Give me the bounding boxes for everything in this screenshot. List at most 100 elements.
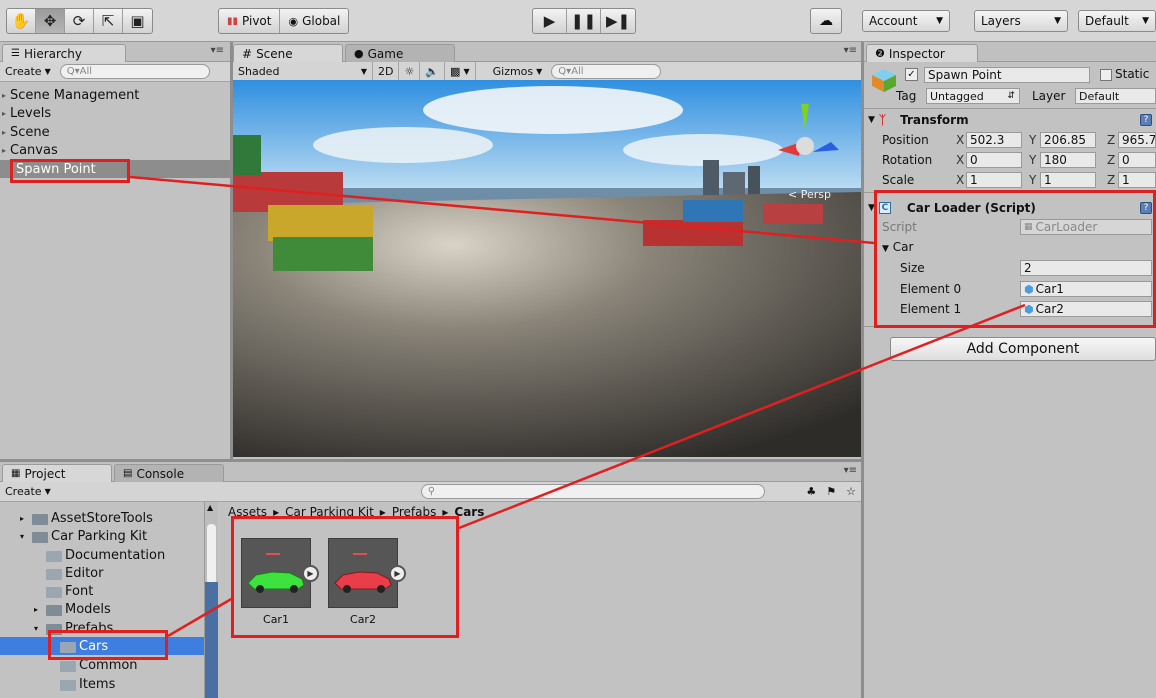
position-z-field[interactable]: 965.7 xyxy=(1118,132,1156,148)
account-dropdown[interactable]: Account ▼ xyxy=(862,10,950,32)
hierarchy-item-scene-management[interactable]: ▸ Scene Management xyxy=(0,86,230,104)
panel-menu-icon[interactable]: ▾≡ xyxy=(844,45,857,56)
position-y-field[interactable]: 206.85 xyxy=(1040,132,1096,148)
static-checkbox[interactable] xyxy=(1100,69,1112,81)
panel-menu-icon[interactable]: ▾≡ xyxy=(844,465,857,476)
tree-item-assetstoretools[interactable]: ▸ AssetStoreTools xyxy=(20,509,153,527)
tree-item-editor[interactable]: Editor xyxy=(46,564,103,582)
move-tool-icon[interactable]: ✥ xyxy=(36,9,65,33)
folder-icon xyxy=(60,660,76,672)
layer-dropdown[interactable]: Default xyxy=(1075,88,1156,104)
transform-header[interactable]: ▼ ᛉ Transform xyxy=(868,110,969,130)
tag-dropdown[interactable]: Untagged ⇵ xyxy=(926,88,1020,104)
scale-x-field[interactable]: 1 xyxy=(966,172,1022,188)
folder-icon xyxy=(60,641,76,653)
pause-button-icon[interactable]: ❚❚ xyxy=(567,9,601,33)
rotation-x-field[interactable]: 0 xyxy=(966,152,1022,168)
tab-scene[interactable]: # Scene xyxy=(233,44,343,62)
tree-item-models[interactable]: ▸ Models xyxy=(34,600,111,618)
rotation-y-field[interactable]: 180 xyxy=(1040,152,1096,168)
asset-thumbnail-car1[interactable]: ▶ xyxy=(241,538,319,608)
lighting-toggle[interactable]: ☼ xyxy=(399,61,421,82)
hierarchy-item-canvas[interactable]: ▸ Canvas xyxy=(0,141,230,159)
breadcrumb-cars[interactable]: Cars xyxy=(454,505,484,519)
global-button[interactable]: ◉ Global xyxy=(280,9,348,33)
hierarchy-item-scene[interactable]: ▸ Scene xyxy=(0,123,230,141)
project-create-button[interactable]: Create ▼ xyxy=(0,485,56,498)
active-checkbox[interactable]: ✓ xyxy=(905,68,918,81)
hierarchy-item-spawn-point[interactable]: Spawn Point xyxy=(0,160,230,178)
car-loader-header[interactable]: ▼ C Car Loader (Script) xyxy=(868,198,1036,218)
folder-icon xyxy=(46,568,62,580)
scene-viewport[interactable]: < Persp xyxy=(233,80,861,457)
step-button-icon[interactable]: ▶❚ xyxy=(601,9,635,33)
shading-mode-dropdown[interactable]: Shaded ▼ xyxy=(233,61,373,82)
gizmos-dropdown[interactable]: Gizmos ▼ xyxy=(488,65,548,78)
scale-tool-icon[interactable]: ⇱ xyxy=(94,9,123,33)
breadcrumb-car-parking-kit[interactable]: Car Parking Kit xyxy=(285,505,374,519)
dropdown-arrow-icon: ▼ xyxy=(44,67,51,76)
scale-z-field[interactable]: 1 xyxy=(1118,172,1156,188)
tab-console[interactable]: ▤ Console xyxy=(114,464,224,482)
car-array-label[interactable]: ▼ Car xyxy=(882,240,913,254)
scale-y-field[interactable]: 1 xyxy=(1040,172,1096,188)
play-button-icon[interactable]: ▶ xyxy=(533,9,567,33)
tab-inspector[interactable]: ❷ Inspector xyxy=(866,44,978,62)
cloud-button[interactable]: ☁ xyxy=(810,8,842,34)
tree-scrollbar[interactable]: ▲ xyxy=(204,502,218,698)
asset-thumbnail-car2[interactable]: ▶ xyxy=(328,538,406,608)
dropdown-arrow-icon: ▼ xyxy=(1142,16,1149,26)
rect-tool-icon[interactable]: ▣ xyxy=(123,9,152,33)
breadcrumb-prefabs[interactable]: Prefabs xyxy=(392,505,437,519)
play-preview-icon[interactable]: ▶ xyxy=(389,565,406,582)
element-0-field[interactable]: ⬢ Car1 xyxy=(1020,281,1152,297)
breadcrumb-assets[interactable]: Assets xyxy=(228,505,267,519)
tab-hierarchy[interactable]: ☰ Hierarchy xyxy=(2,44,126,62)
add-component-button[interactable]: Add Component xyxy=(890,337,1156,361)
tree-item-prefabs[interactable]: ▾ Prefabs xyxy=(34,619,113,637)
pivot-button[interactable]: ▮▮ Pivot xyxy=(219,9,281,33)
hierarchy-item-levels[interactable]: ▸ Levels xyxy=(0,104,230,122)
tab-project[interactable]: ▦ Project xyxy=(2,464,112,482)
container-green xyxy=(273,237,373,271)
project-search-input[interactable]: ⚲ xyxy=(420,484,766,499)
effects-dropdown[interactable]: ▩ ▼ xyxy=(445,61,476,82)
tree-item-car-parking-kit[interactable]: ▾ Car Parking Kit xyxy=(20,527,147,545)
audio-toggle[interactable]: 🔈 xyxy=(420,61,446,82)
tree-item-common[interactable]: Common xyxy=(60,656,138,674)
toggle-2d-button[interactable]: 2D xyxy=(373,61,400,82)
persp-label[interactable]: < Persp xyxy=(788,188,831,201)
project-tabbar: ▦ Project ▤ Console ▾≡ xyxy=(0,462,861,482)
position-x-field[interactable]: 502.3 xyxy=(966,132,1022,148)
hand-tool-icon[interactable]: ✋ xyxy=(7,9,36,33)
array-size-field[interactable]: 2 xyxy=(1020,260,1152,276)
rotation-z-field[interactable]: 0 xyxy=(1118,152,1156,168)
layout-dropdown[interactable]: Default ▼ xyxy=(1078,10,1156,32)
play-controls: ▶ ❚❚ ▶❚ xyxy=(532,8,636,34)
tab-game[interactable]: ● Game xyxy=(345,44,455,62)
size-label: Size xyxy=(900,261,925,275)
hierarchy-create-button[interactable]: Create ▼ xyxy=(0,65,56,78)
rotate-tool-icon[interactable]: ⟳ xyxy=(65,9,94,33)
element-1-field[interactable]: ⬢ Car2 xyxy=(1020,301,1152,317)
filter-by-label-icon[interactable]: ⚑ xyxy=(821,485,841,498)
play-preview-icon[interactable]: ▶ xyxy=(302,565,319,582)
favorite-star-icon[interactable]: ☆ xyxy=(841,485,861,498)
object-name-field[interactable]: Spawn Point xyxy=(924,67,1090,83)
tree-item-font[interactable]: Font xyxy=(46,582,93,600)
panel-menu-icon[interactable]: ▾≡ xyxy=(211,45,224,56)
dropdown-arrow-icon: ▼ xyxy=(936,16,943,26)
help-icon[interactable]: ? xyxy=(1140,114,1152,126)
scene-search-input[interactable]: Q▾All xyxy=(551,64,662,79)
tree-item-documentation[interactable]: Documentation xyxy=(46,546,165,564)
filter-by-type-icon[interactable]: ♣ xyxy=(801,485,821,498)
help-icon[interactable]: ? xyxy=(1140,202,1152,214)
scroll-up-arrow-icon[interactable]: ▲ xyxy=(207,503,213,512)
axis-z-label: Z xyxy=(1107,133,1116,147)
tree-item-items[interactable]: Items xyxy=(60,675,115,693)
dropdown-arrow-icon: ▼ xyxy=(463,67,470,76)
layers-dropdown[interactable]: Layers ▼ xyxy=(974,10,1068,32)
tree-item-cars[interactable]: Cars xyxy=(0,637,204,655)
scrollbar-thumb[interactable] xyxy=(207,524,216,584)
hierarchy-search-input[interactable]: Q▾All xyxy=(59,64,210,79)
